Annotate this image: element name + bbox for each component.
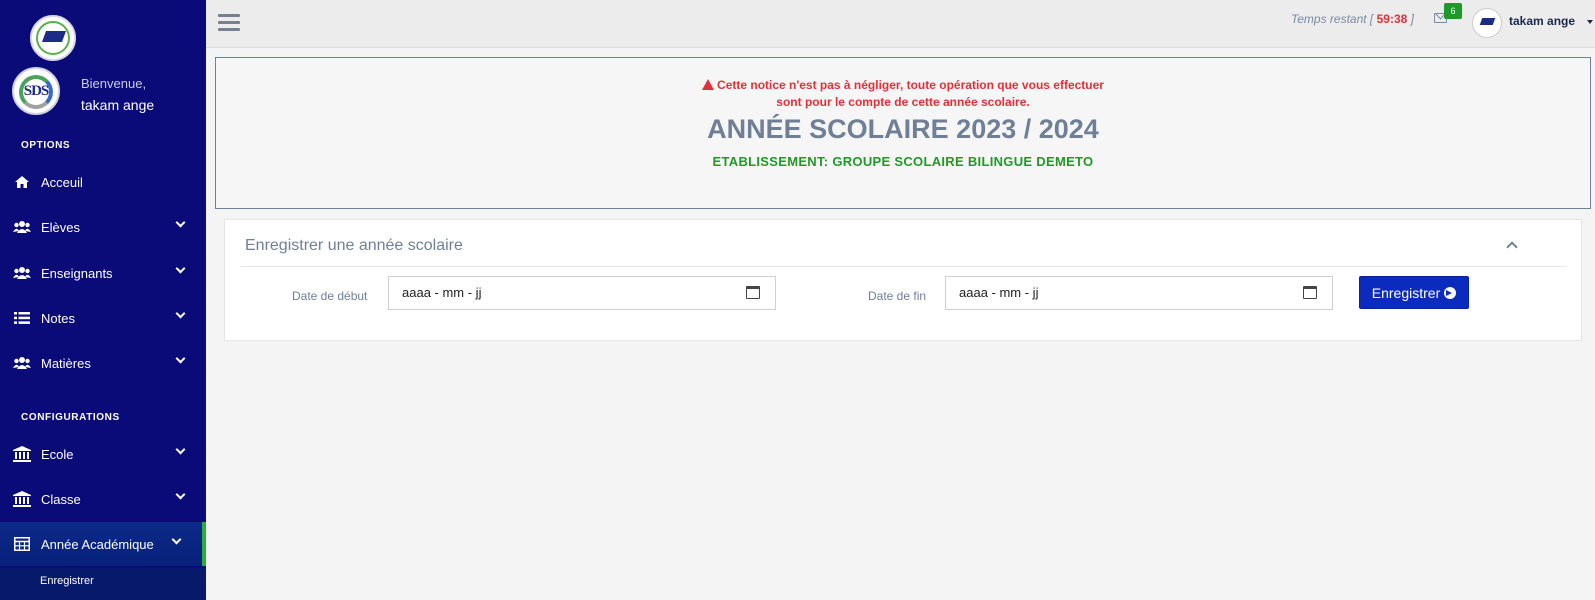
sidebar-item-enseignants[interactable]: Enseignants (0, 251, 206, 295)
card-title: Enregistrer une année scolaire (245, 237, 463, 254)
start-date-placeholder: aaaa - mm - jj (402, 285, 482, 300)
chevron-down-icon (171, 534, 182, 545)
welcome-text: Bienvenue, (81, 76, 147, 91)
user-menu-avatar[interactable] (1472, 8, 1502, 38)
start-date-label: Date de début (292, 289, 368, 303)
sidebar-item-label: Classe (41, 491, 81, 507)
save-button-label: Enregistrer (1371, 284, 1441, 301)
school-year-notice: Cette notice n'est pas à négliger, toute… (215, 57, 1591, 209)
sidebar-item-label: Enseignants (41, 265, 113, 281)
welcome-user-name: takam ange (81, 97, 155, 113)
users-icon (13, 355, 31, 371)
notice-warning-line1: Cette notice n'est pas à négliger, toute… (717, 78, 1104, 92)
divider (241, 266, 1566, 267)
users-icon (13, 219, 31, 235)
sidebar: SDS Bienvenue, takam ange OPTIONS Acceui… (0, 0, 206, 600)
sidebar-subitem-enregistrer[interactable]: Enregistrer (0, 568, 206, 600)
school-year-title: ANNÉE SCOLAIRE 2023 / 2024 (707, 114, 1099, 144)
time-left-label: Temps restant (1291, 12, 1367, 26)
sidebar-item-classe[interactable]: Classe (0, 477, 206, 521)
section-title-configurations: CONFIGURATIONS (21, 412, 120, 423)
home-icon (13, 174, 31, 190)
chevron-down-icon (175, 217, 186, 228)
users-icon (13, 265, 31, 281)
notice-warning-line2: sont pour le compte de cette année scola… (776, 95, 1030, 109)
end-date-label: Date de fin (868, 289, 927, 303)
arrow-circle-right-icon (1444, 286, 1457, 299)
school-name: ETABLISSEMENT: GROUPE SCOLAIRE BILINGUE … (712, 154, 1094, 169)
list-icon (13, 310, 31, 326)
time-left-value: 59:38 (1376, 12, 1408, 26)
chevron-down-icon (175, 353, 186, 364)
chevron-down-icon (175, 308, 186, 319)
start-date-input[interactable]: aaaa - mm - jj (388, 276, 776, 310)
sidebar-item-acceuil[interactable]: Acceuil (0, 160, 206, 204)
mail-count-badge: 6 (1444, 3, 1462, 19)
chevron-down-icon (175, 263, 186, 274)
menu-toggle-icon[interactable] (218, 14, 240, 32)
sidebar-item-matieres[interactable]: Matières (0, 341, 206, 385)
bank-icon (13, 491, 31, 507)
smart-school-logo[interactable] (30, 15, 76, 61)
end-date-placeholder: aaaa - mm - jj (959, 285, 1039, 300)
calendar-icon[interactable] (1303, 286, 1317, 299)
chevron-down-icon (175, 489, 186, 500)
user-avatar: SDS (12, 67, 60, 115)
warning-icon (702, 79, 715, 90)
table-icon (13, 536, 31, 552)
sidebar-item-notes[interactable]: Notes (0, 296, 206, 340)
sidebar-item-annee-academique[interactable]: Année Académique (0, 522, 206, 566)
session-timer: Temps restant [ 59:38 ] (1291, 12, 1414, 26)
sidebar-item-label: Acceuil (41, 174, 83, 190)
bank-icon (13, 446, 31, 462)
notice-warning: Cette notice n'est pas à négliger, toute… (216, 77, 1590, 111)
sidebar-item-ecole[interactable]: Ecole (0, 432, 206, 476)
sidebar-item-eleves[interactable]: Elèves (0, 205, 206, 249)
sidebar-item-label: Année Académique (41, 536, 154, 552)
end-date-input[interactable]: aaaa - mm - jj (945, 276, 1333, 310)
section-title-options: OPTIONS (21, 140, 71, 151)
sidebar-item-label: Ecole (41, 446, 74, 462)
register-year-card: Enregistrer une année scolaire Date de d… (224, 219, 1582, 341)
user-menu-name[interactable]: takam ange (1509, 14, 1575, 28)
chevron-up-icon[interactable] (1506, 241, 1518, 253)
sidebar-item-label: Elèves (41, 219, 81, 235)
caret-down-icon[interactable] (1587, 20, 1593, 24)
sidebar-item-label: Notes (41, 310, 75, 326)
calendar-icon[interactable] (746, 286, 760, 299)
save-button[interactable]: Enregistrer (1359, 276, 1469, 309)
chevron-down-icon (175, 444, 186, 455)
sidebar-item-label: Matières (41, 355, 91, 371)
top-bar: Temps restant [ 59:38 ] 6 takam ange (206, 0, 1595, 48)
